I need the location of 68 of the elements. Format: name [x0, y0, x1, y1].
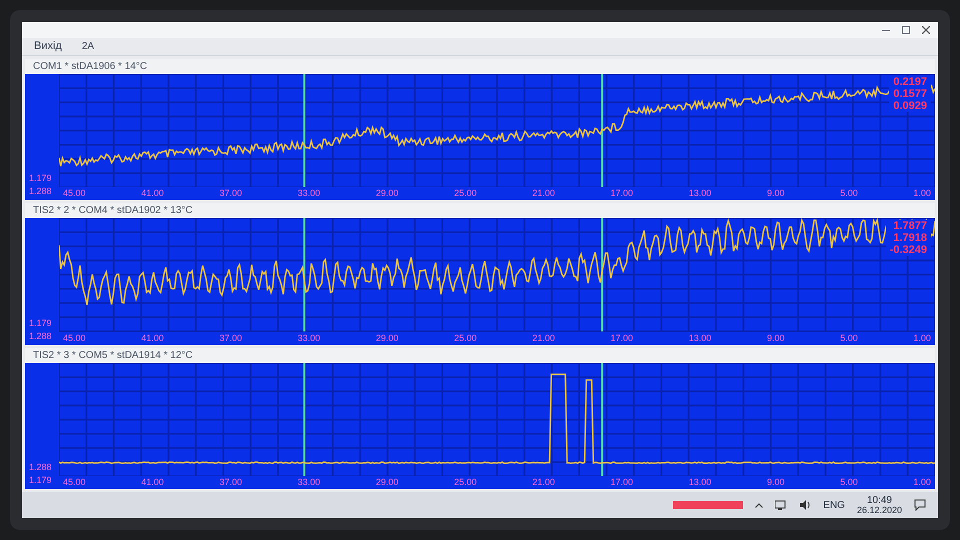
reading-value: 0.2197: [893, 76, 927, 88]
x-axis-label: 45.00: [63, 334, 86, 343]
x-axis-label: 17.00: [610, 478, 634, 487]
close-icon[interactable]: [922, 26, 930, 34]
reading-value: 0.1577: [893, 88, 927, 100]
x-axis-label: 5.00: [840, 478, 858, 487]
x-axis-label: 37.00: [219, 478, 242, 487]
x-axis-label: 21.00: [532, 189, 555, 198]
cursor-line[interactable]: [601, 74, 604, 188]
x-axis-label: 33.00: [298, 189, 320, 198]
cursor-line[interactable]: [601, 362, 604, 476]
y-axis-label: 1.288: [29, 462, 53, 472]
language-indicator[interactable]: ENG: [823, 498, 845, 512]
x-axis-label: 9.00: [766, 334, 784, 343]
x-axis-label: 25.00: [454, 478, 477, 487]
reading-value: 1.7877: [893, 220, 927, 232]
x-axis-label: 41.00: [141, 189, 164, 198]
x-axis-label: 37.00: [219, 334, 242, 343]
clock-time[interactable]: 10:49: [866, 496, 892, 506]
x-axis-label: 41.00: [141, 478, 164, 487]
x-axis-label: 29.00: [376, 478, 398, 487]
x-axis-label: 1.00: [913, 478, 931, 487]
notification-icon[interactable]: [914, 499, 926, 511]
y-axis-label: 1.179: [29, 476, 53, 485]
reading-value: 0.0929: [893, 100, 927, 112]
chevron-up-icon[interactable]: [755, 502, 764, 508]
x-axis-label: 9.00: [766, 189, 784, 198]
x-axis-label: 37.00: [219, 189, 242, 198]
toolbar-button[interactable]: 2A: [78, 39, 98, 54]
x-axis-label: 45.00: [63, 189, 86, 198]
x-axis-label: 9.00: [766, 478, 784, 487]
y-axis-label: 1.288: [29, 332, 53, 341]
reading-value: -0.3249: [890, 244, 927, 256]
x-axis-label: 17.00: [610, 334, 634, 343]
x-axis-label: 21.00: [532, 478, 555, 487]
x-axis-label: 17.00: [610, 189, 634, 198]
panel-title: COM1 * stDA1906 * 14°C: [33, 60, 148, 74]
x-axis-label: 1.00: [913, 189, 931, 198]
cursor-line[interactable]: [303, 74, 306, 188]
panel-title: TIS2 * 3 * COM5 * stDA1914 * 12°C: [33, 348, 193, 363]
x-axis-label: 13.00: [688, 189, 712, 198]
cursor-line[interactable]: [303, 218, 306, 332]
y-axis-label: 1.288: [29, 187, 53, 196]
x-axis-label: 13.00: [688, 478, 712, 487]
menu-item[interactable]: Вихід: [34, 38, 62, 55]
x-axis-label: 25.00: [454, 189, 477, 198]
x-axis-label: 45.00: [63, 478, 86, 487]
x-axis-label: 33.00: [298, 334, 320, 343]
x-axis-label: 29.00: [376, 334, 398, 343]
speaker-icon[interactable]: [799, 500, 812, 510]
x-axis-label: 41.00: [141, 334, 164, 343]
x-axis-label: 29.00: [376, 189, 398, 198]
x-axis-label: 13.00: [688, 334, 712, 343]
x-axis-label: 21.00: [532, 334, 555, 343]
maximize-icon[interactable]: [902, 26, 910, 34]
cursor-line[interactable]: [601, 218, 604, 332]
panel-title: TIS2 * 2 * COM4 * stDA1902 * 13°C: [33, 204, 193, 218]
y-axis-label: 1.179: [29, 174, 53, 184]
cursor-line[interactable]: [303, 362, 306, 476]
x-axis-label: 5.00: [840, 334, 858, 343]
clock-date[interactable]: 26.12.2020: [856, 506, 902, 514]
reading-value: 1.7918: [893, 232, 927, 244]
notification-bar: [673, 501, 744, 509]
x-axis-label: 5.00: [840, 189, 858, 198]
x-axis-label: 25.00: [454, 334, 477, 343]
x-axis-label: 1.00: [913, 334, 931, 343]
x-axis-label: 33.00: [298, 478, 320, 487]
y-axis-label: 1.179: [29, 318, 53, 328]
